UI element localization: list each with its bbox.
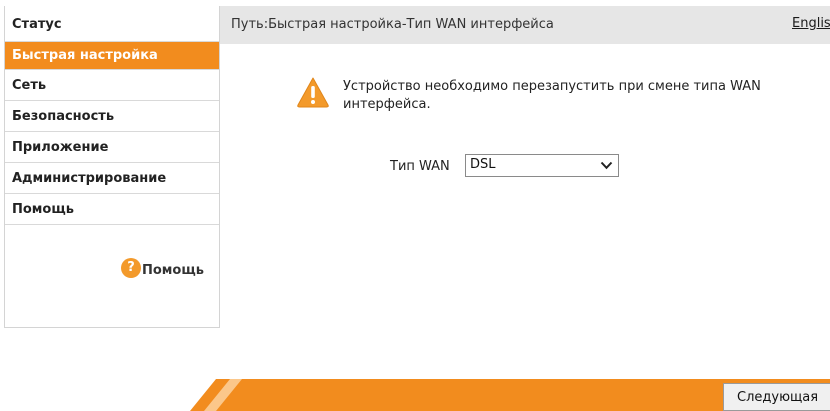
sidebar-item-network[interactable]: Сеть xyxy=(5,70,219,101)
help-icon: ? xyxy=(121,257,141,278)
sidebar-item-administration[interactable]: Администрирование xyxy=(5,163,219,194)
sidebar-help-link[interactable]: ? Помощь xyxy=(121,257,204,278)
next-button[interactable]: Следующая xyxy=(723,383,830,411)
wan-type-value: DSL xyxy=(470,157,496,172)
page: Статус Быстрая настройка Сеть Безопаснос… xyxy=(0,0,830,411)
chevron-down-icon xyxy=(600,161,613,170)
sidebar-item-status[interactable]: Статус xyxy=(5,6,219,42)
wan-type-label: Тип WAN xyxy=(390,159,450,174)
wan-type-select[interactable]: DSL xyxy=(465,154,619,177)
sidebar: Статус Быстрая настройка Сеть Безопаснос… xyxy=(4,6,220,328)
sidebar-item-quick-setup[interactable]: Быстрая настройка xyxy=(5,42,219,70)
sidebar-item-security[interactable]: Безопасность xyxy=(5,101,219,132)
header-bar: Путь:Быстрая настройка-Тип WAN интерфейс… xyxy=(220,6,830,44)
language-link[interactable]: English xyxy=(792,16,830,31)
sidebar-item-help[interactable]: Помощь xyxy=(5,194,219,225)
sidebar-menu: Статус Быстрая настройка Сеть Безопаснос… xyxy=(5,6,219,225)
warning-message: Устройство необходимо перезапустить при … xyxy=(343,79,761,112)
breadcrumb: Путь:Быстрая настройка-Тип WAN интерфейс… xyxy=(231,17,554,32)
sidebar-item-application[interactable]: Приложение xyxy=(5,132,219,163)
warning-icon xyxy=(297,77,329,108)
sidebar-help-label: Помощь xyxy=(142,263,204,278)
